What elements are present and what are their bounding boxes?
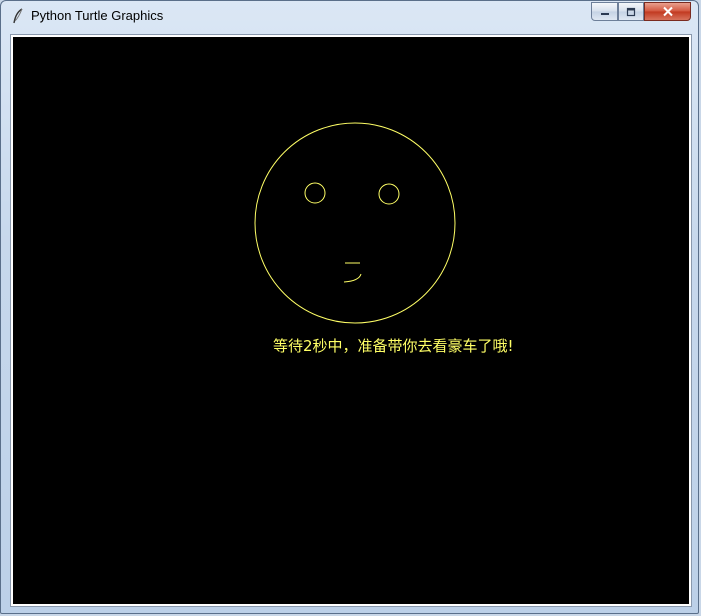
turtle-window: Python Turtle Graphics 等待2秒中，准备带你去看豪车了哦! (0, 0, 699, 614)
face-outline (254, 122, 456, 324)
turtle-canvas[interactable]: 等待2秒中，准备带你去看豪车了哦! (13, 37, 689, 604)
minimize-button[interactable] (591, 2, 618, 21)
minimize-icon (600, 12, 609, 15)
close-button[interactable] (644, 2, 691, 21)
mouth (343, 262, 362, 283)
maximize-icon (626, 7, 636, 16)
right-eye (378, 183, 400, 205)
canvas-frame: 等待2秒中，准备带你去看豪车了哦! (10, 34, 692, 607)
drawing-surface (254, 122, 456, 324)
window-title: Python Turtle Graphics (31, 8, 164, 23)
left-eye (304, 182, 326, 204)
feather-icon (13, 8, 23, 24)
canvas-message: 等待2秒中，准备带你去看豪车了哦! (273, 337, 514, 355)
close-icon (662, 6, 673, 17)
title-bar[interactable]: Python Turtle Graphics (1, 1, 698, 31)
maximize-button[interactable] (618, 2, 644, 21)
